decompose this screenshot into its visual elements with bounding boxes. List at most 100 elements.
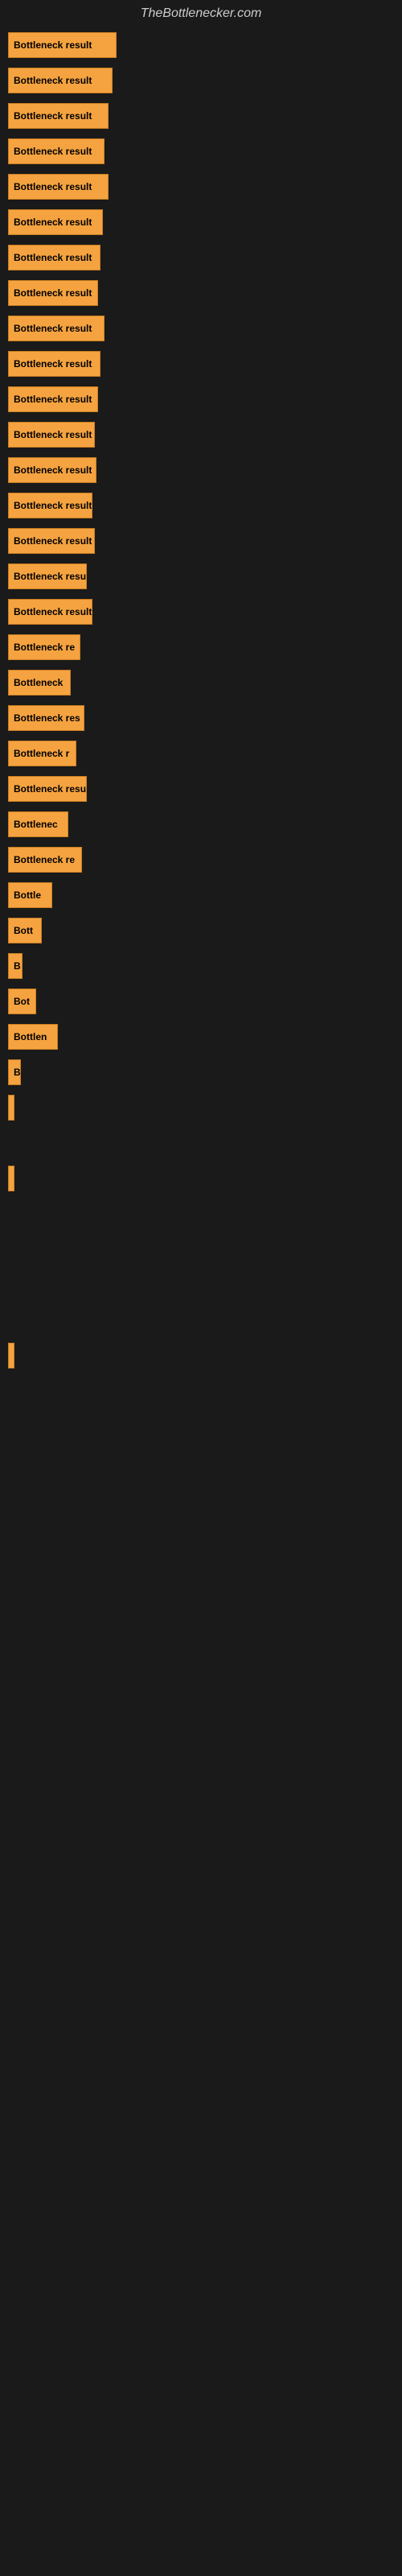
bar-row: Bottlen: [8, 1024, 394, 1050]
bar: Bottleneck result: [8, 174, 109, 200]
bar-row: Bottleneck result: [8, 245, 394, 270]
bar: Bottle: [8, 882, 52, 908]
bar: Bottleneck result: [8, 316, 105, 341]
bar-row: Bottleneck result: [8, 174, 394, 200]
bar-row: Bottleneck re: [8, 634, 394, 660]
bar-row: Bottleneck re: [8, 847, 394, 873]
bar-row: Bottleneck result: [8, 528, 394, 554]
bar: Bottleneck result: [8, 422, 95, 448]
bar-row: Bottleneck result: [8, 103, 394, 129]
bar: Bottleneck result: [8, 493, 92, 518]
bar-label: Bottleneck result: [14, 146, 92, 157]
bar-row: Bottleneck result: [8, 68, 394, 93]
bar-label: Bottleneck resu: [14, 783, 86, 795]
bar: Bottleneck result: [8, 280, 98, 306]
bar: Bottleneck result: [8, 103, 109, 129]
bar: Bottleneck result: [8, 245, 100, 270]
bar: Bottleneck result: [8, 209, 103, 235]
bar-row: Bottleneck: [8, 670, 394, 696]
bar-row: Bottleneck result: [8, 422, 394, 448]
bar-label: Bottlenec: [14, 819, 58, 830]
bar-label: Bottleneck result: [14, 287, 92, 299]
bar-row: Bottleneck resu: [8, 564, 394, 589]
bar-row: Bottleneck res: [8, 705, 394, 731]
bar-label: Bottleneck result: [14, 323, 92, 334]
bar: Bottleneck re: [8, 847, 82, 873]
site-title: TheBottlenecker.com: [0, 0, 402, 24]
bar-row: Bottle: [8, 882, 394, 908]
bar-row: Bot: [8, 989, 394, 1014]
bar-label: Bottleneck: [14, 677, 63, 688]
bar: Bottleneck result: [8, 528, 95, 554]
bar-label: Bottlen: [14, 1031, 47, 1042]
bar-row: Bottleneck r: [8, 741, 394, 766]
bar: Bottleneck result: [8, 138, 105, 164]
bar: [8, 1343, 14, 1368]
bar: Bottleneck result: [8, 351, 100, 377]
bar-label: Bottleneck result: [14, 464, 92, 476]
bar-label: B: [14, 1067, 21, 1078]
bar-row: [8, 1343, 394, 1368]
bar-label: B: [14, 960, 21, 972]
bar-row: [8, 1095, 394, 1121]
bar-label: Bottleneck result: [14, 75, 92, 86]
bar: Bottleneck res: [8, 705, 84, 731]
bar-row: Bottleneck result: [8, 32, 394, 58]
bar-label: Bot: [14, 996, 30, 1007]
bar-label: Bottleneck result: [14, 606, 92, 617]
bar-row: [8, 1307, 394, 1333]
bar-row: B: [8, 953, 394, 979]
bar-label: Bottleneck re: [14, 854, 75, 865]
bar-label: Bottleneck result: [14, 535, 92, 547]
bar-row: [8, 1130, 394, 1156]
bar-row: [8, 1201, 394, 1227]
bar-label: Bottleneck re: [14, 642, 75, 653]
bar-row: B: [8, 1059, 394, 1085]
bar: |: [8, 1166, 14, 1191]
bar-label: Bottleneck resu: [14, 571, 86, 582]
bar: [8, 1095, 14, 1121]
bar-label: Bottleneck result: [14, 500, 92, 511]
bar: B: [8, 1059, 21, 1085]
bar: Bottleneck r: [8, 741, 76, 766]
bar: Bottleneck: [8, 670, 71, 696]
bar-row: Bottlenec: [8, 811, 394, 837]
bar: Bottlen: [8, 1024, 58, 1050]
bar-label: Bottleneck result: [14, 429, 92, 440]
bar-label: Bottleneck result: [14, 39, 92, 51]
bar-label: Bottleneck result: [14, 110, 92, 122]
bar-label: Bottleneck r: [14, 748, 69, 759]
bar-row: |: [8, 1166, 394, 1191]
bar: Bott: [8, 918, 42, 943]
bar-label: Bottleneck result: [14, 181, 92, 192]
bars-container: Bottleneck result Bottleneck result Bottle…: [0, 24, 402, 1368]
bar: Bottleneck resu: [8, 564, 87, 589]
bar: Bottleneck result: [8, 386, 98, 412]
bar-row: Bottleneck result: [8, 457, 394, 483]
bar-row: Bottleneck resu: [8, 776, 394, 802]
bar-label: Bottleneck result: [14, 217, 92, 228]
bar-label: Bott: [14, 925, 33, 936]
bar-row: Bott: [8, 918, 394, 943]
bar-row: Bottleneck result: [8, 493, 394, 518]
bar-label: Bottle: [14, 890, 41, 901]
bar-row: Bottleneck result: [8, 209, 394, 235]
bar-row: Bottleneck result: [8, 138, 394, 164]
bar: Bottleneck result: [8, 599, 92, 625]
bar-label: Bottleneck result: [14, 358, 92, 369]
bar-row: Bottleneck result: [8, 351, 394, 377]
bar-label: Bottleneck result: [14, 394, 92, 405]
bar: Bottleneck result: [8, 32, 117, 58]
bar: B: [8, 953, 23, 979]
bar-label: Bottleneck res: [14, 712, 80, 724]
bar-row: [8, 1272, 394, 1298]
bar-row: Bottleneck result: [8, 386, 394, 412]
bar-label: Bottleneck result: [14, 252, 92, 263]
bar: Bottlenec: [8, 811, 68, 837]
bar-row: Bottleneck result: [8, 280, 394, 306]
bar-row: Bottleneck result: [8, 316, 394, 341]
bar: Bot: [8, 989, 36, 1014]
bar: Bottleneck result: [8, 68, 113, 93]
bar-row: [8, 1236, 394, 1262]
bar: Bottleneck re: [8, 634, 80, 660]
